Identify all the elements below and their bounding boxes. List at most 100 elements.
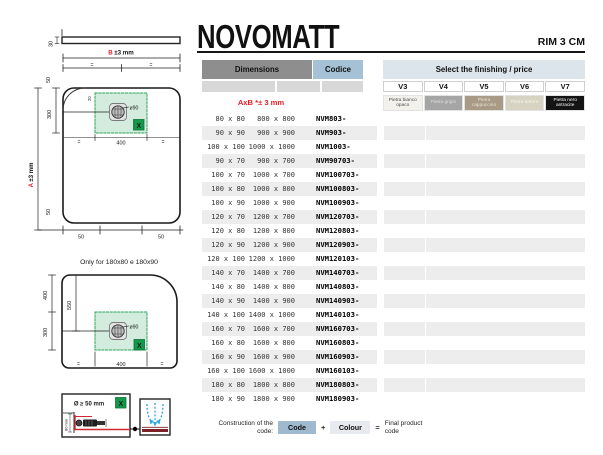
- x-marker-icon: X: [134, 340, 145, 351]
- table-row: 100 x 80 1000 x 800 NVM100803-: [197, 182, 585, 196]
- equal-mark: =: [78, 140, 81, 146]
- finish-code-v7: V7: [545, 81, 585, 92]
- dimension-cm: 120 x 80: [202, 224, 245, 238]
- table-row: 180 x 90 1800 x 900 NVM180903-: [197, 392, 585, 406]
- dimension-cm: 160 x 70: [202, 322, 245, 336]
- row-data-segment: 100 x 100 1000 x 1000 NVM1003-: [202, 140, 377, 154]
- table-row: 160 x 70 1600 x 700 NVM160703-: [197, 322, 585, 336]
- finish-swatch-v6: Pietra tortora: [505, 95, 545, 111]
- finish-swatch-v7: Pietra nero antracite: [545, 95, 585, 111]
- dimension-mm: 1200 x 800: [248, 224, 295, 238]
- dimension-mm: 1200 x 700: [248, 210, 295, 224]
- product-code: NVM160703-: [316, 322, 359, 336]
- rim-label: RIM 3 CM: [538, 36, 585, 48]
- dimension-cm: 160 x 100: [202, 364, 245, 378]
- dim-20: 20: [87, 96, 92, 101]
- price-cell-v3: [384, 308, 425, 322]
- dimension-mm: 1600 x 900: [248, 350, 295, 364]
- finishing-header: Select the finishing / price: [383, 60, 585, 79]
- price-cell-v3: [384, 280, 425, 294]
- price-cell-v3: [384, 252, 425, 266]
- row-data-segment: 160 x 70 1600 x 700 NVM160703-: [202, 322, 377, 336]
- product-code: NVM120703-: [316, 210, 359, 224]
- drain-grate-icon: [110, 323, 127, 340]
- price-cell-v3: [384, 126, 425, 140]
- finish-code-v4: V4: [424, 81, 464, 92]
- price-cell-v3: [384, 154, 425, 168]
- row-data-segment: 140 x 80 1400 x 800 NVM140803-: [202, 280, 377, 294]
- dimension-cm: 100 x 70: [202, 168, 245, 182]
- dimension-cm: 90 x 70: [202, 154, 245, 168]
- dimension-cm: 120 x 100: [202, 252, 245, 266]
- row-data-segment: 90 x 70 900 x 700 NVM90703-: [202, 154, 377, 168]
- subheader-cell: [277, 81, 320, 92]
- row-data-segment: 140 x 90 1400 x 900 NVM140903-: [202, 294, 377, 308]
- price-cell-v3: [384, 350, 425, 364]
- row-data-segment: 120 x 70 1200 x 700 NVM120703-: [202, 210, 377, 224]
- price-cell-v3: [384, 294, 425, 308]
- dimension-mm: 900 x 700: [248, 154, 295, 168]
- dimension-mm: 1800 x 900: [248, 392, 295, 406]
- svg-text:X: X: [136, 123, 141, 130]
- row-data-segment: 120 x 80 1200 x 800 NVM120803-: [202, 224, 377, 238]
- price-cells-v4-v7: [426, 126, 585, 140]
- price-cell-v3: [384, 140, 425, 154]
- dimension-mm: 1000 x 1000: [248, 140, 295, 154]
- product-code: NVM140803-: [316, 280, 359, 294]
- row-data-segment: 100 x 80 1000 x 800 NVM100803-: [202, 182, 377, 196]
- dimension-mm: 800 x 800: [248, 112, 295, 126]
- product-code: NVM100803-: [316, 182, 359, 196]
- row-data-segment: 120 x 90 1200 x 900 NVM120903-: [202, 238, 377, 252]
- dimension-mm: 1400 x 800: [248, 280, 295, 294]
- connector-dot: [133, 427, 137, 431]
- product-code: NVM100703-: [316, 168, 359, 182]
- price-cells-v4-v7: [426, 280, 585, 294]
- dimension-cm: 140 x 90: [202, 294, 245, 308]
- dim-50-right: 50: [158, 235, 164, 241]
- product-code: NVM160803-: [316, 336, 359, 350]
- price-cells-v4-v7: [426, 112, 585, 126]
- finish-swatches: Pietra bianco opacoPietra grigioPietra c…: [383, 95, 585, 111]
- dimension-cm: 140 x 70: [202, 266, 245, 280]
- dimension-cm: 160 x 90: [202, 350, 245, 364]
- drawing-main-tray: 30 B±3 mm = =: [29, 30, 183, 241]
- price-cells-v4-v7: [426, 364, 585, 378]
- product-code: NVM140903-: [316, 294, 359, 308]
- dim-50-bottom: 50: [46, 209, 52, 215]
- price-cell-v3: [384, 224, 425, 238]
- price-cell-v3: [384, 364, 425, 378]
- row-data-segment: 140 x 100 1400 x 1000 NVM140103-: [202, 308, 377, 322]
- price-cell-v3: [384, 392, 425, 406]
- price-cells-v4-v7: [426, 252, 585, 266]
- price-cell-v3: [384, 168, 425, 182]
- table-row: 180 x 80 1800 x 800 NVM180803-: [197, 378, 585, 392]
- dimension-cm: 160 x 80: [202, 336, 245, 350]
- tray-side-profile: [62, 37, 180, 44]
- finish-swatch-v4: Pietra grigio: [424, 95, 464, 111]
- equal-mark: =: [150, 63, 153, 69]
- product-code: NVM140103-: [316, 308, 359, 322]
- table-row: 120 x 80 1200 x 800 NVM120803-: [197, 224, 585, 238]
- dimension-mm: 1600 x 1000: [248, 364, 295, 378]
- drain-diameter-label: ø90: [130, 106, 139, 112]
- drawing-180-tray: Only for 180x80 e 180x90 400 300 550: [43, 259, 177, 368]
- dimension-cm: 180 x 80: [202, 378, 245, 392]
- dimension-mm: 1200 x 1000: [248, 252, 295, 266]
- dimension-mm: 1600 x 700: [248, 322, 295, 336]
- axb-tolerance-note: AxB *± 3 mm: [202, 98, 320, 107]
- row-data-segment: 100 x 90 1000 x 900 NVM100903-: [202, 196, 377, 210]
- table-row: 140 x 70 1400 x 700 NVM140703-: [197, 266, 585, 280]
- table-row: 160 x 90 1600 x 900 NVM160903-: [197, 350, 585, 364]
- plus-sign: +: [321, 423, 325, 432]
- finish-v-labels: V3V4V5V6V7: [383, 81, 585, 92]
- price-cells-v4-v7: [426, 266, 585, 280]
- water-flow-icon: [140, 399, 170, 435]
- table-row: 120 x 70 1200 x 700 NVM120703-: [197, 210, 585, 224]
- siphon-height-label: 80 mm: [64, 418, 69, 431]
- dim-b-label: B±3 mm: [108, 50, 134, 57]
- price-cell-v3: [384, 378, 425, 392]
- code-badge: Code: [278, 421, 316, 434]
- price-cells-v4-v7: [426, 294, 585, 308]
- row-data-segment: 80 x 80 800 x 800 NVM803-: [202, 112, 377, 126]
- row-data-segment: 180 x 80 1800 x 800 NVM180803-: [202, 378, 377, 392]
